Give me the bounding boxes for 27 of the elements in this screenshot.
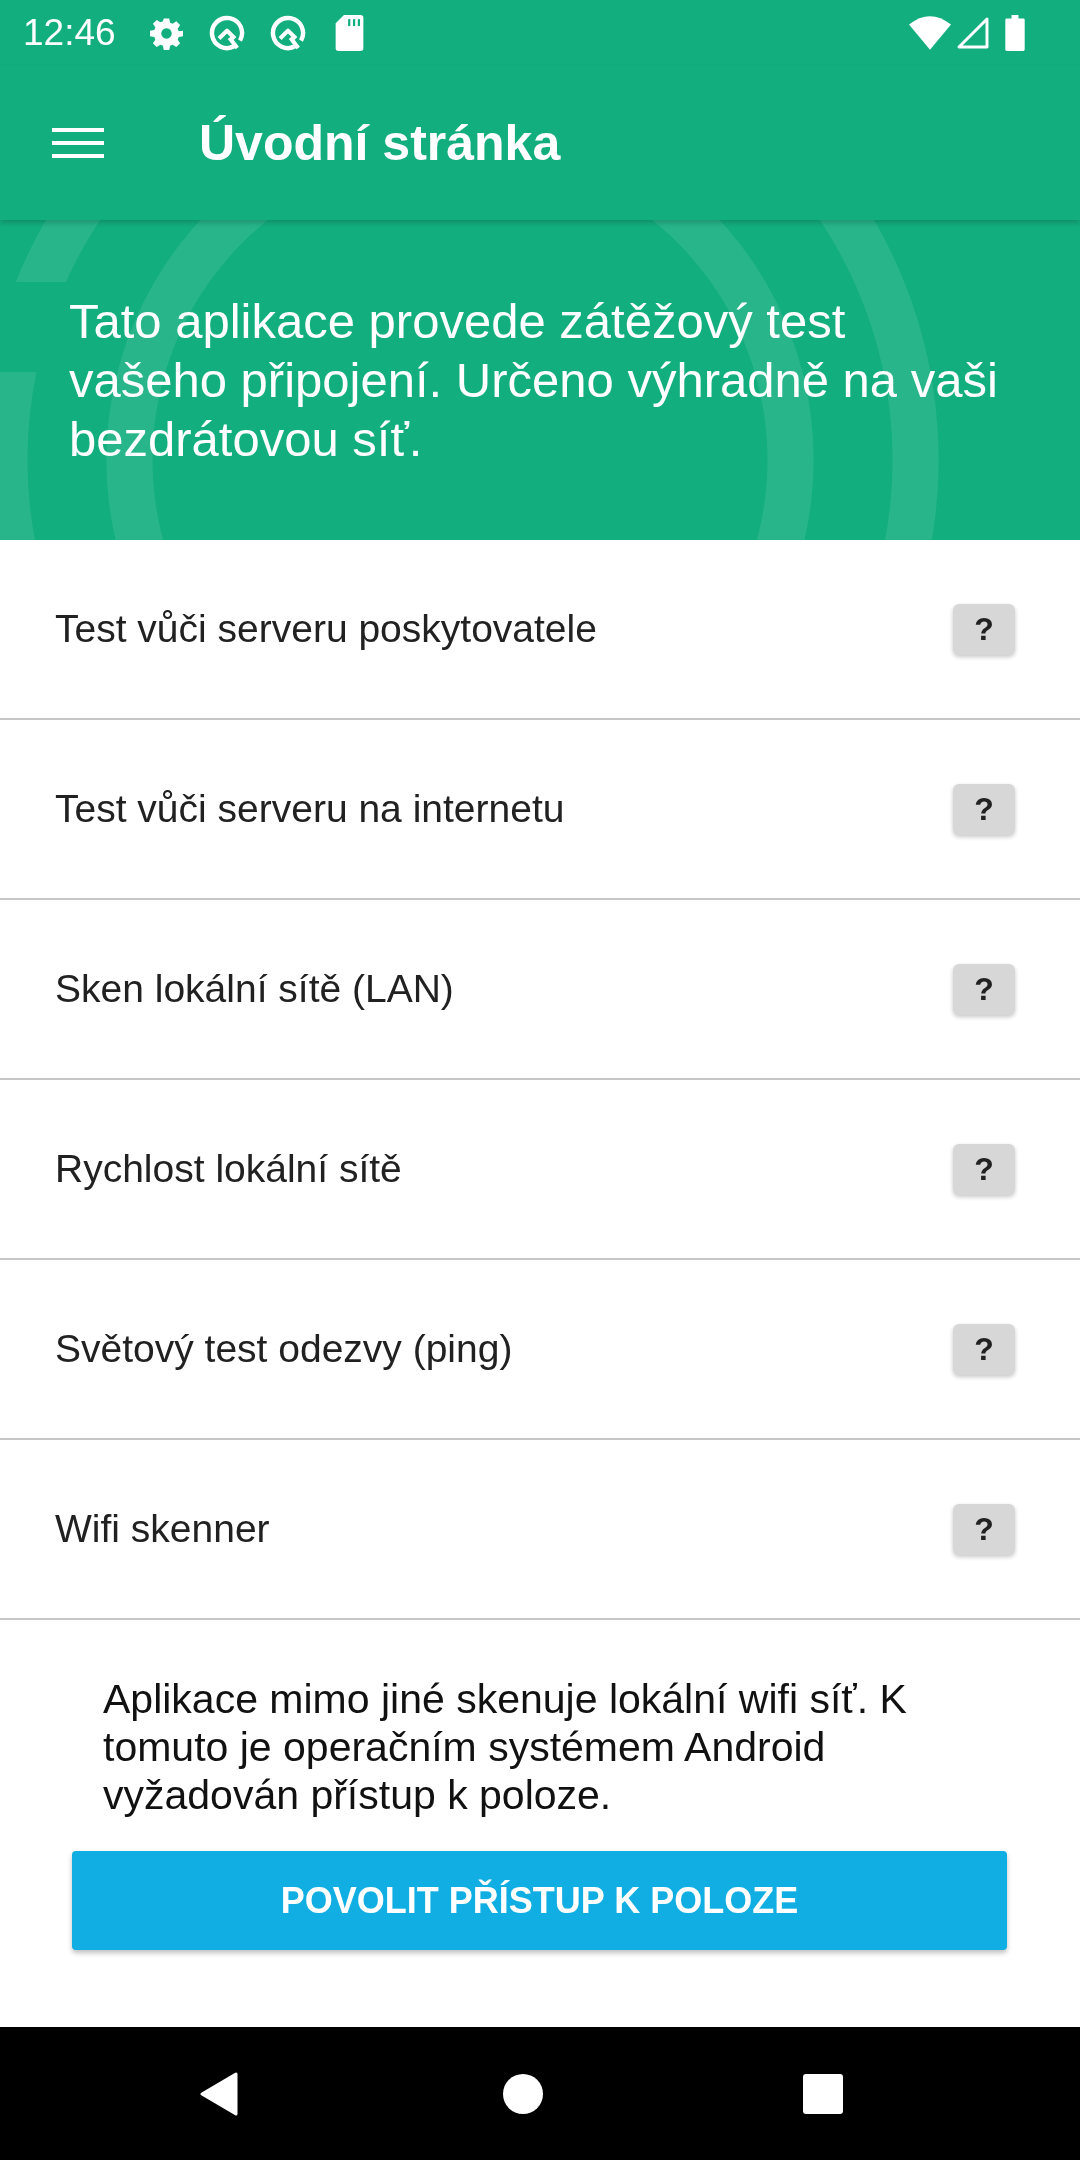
- test-option[interactable]: Wifi skenner: [55, 1507, 270, 1551]
- test-option[interactable]: Rychlost lokální sítě: [55, 1147, 402, 1191]
- sd-card-icon: [334, 15, 364, 51]
- recents-icon[interactable]: [803, 2073, 843, 2114]
- help-button[interactable]: ?: [953, 1323, 1015, 1375]
- home-icon[interactable]: [503, 2073, 543, 2114]
- settings-icon: [149, 16, 183, 50]
- help-button[interactable]: ?: [953, 1143, 1015, 1195]
- status-time: 12:46: [23, 12, 116, 54]
- battery-icon: [1005, 15, 1025, 51]
- test-option[interactable]: Světový test odezvy (ping): [55, 1327, 513, 1371]
- signal-icon: [957, 17, 989, 49]
- test-option[interactable]: Sken lokální sítě (LAN): [55, 967, 454, 1011]
- q-logo-icon: [268, 14, 307, 52]
- help-button[interactable]: ?: [953, 783, 1015, 835]
- test-option[interactable]: Test vůči serveru poskytovatele: [55, 607, 597, 651]
- back-icon[interactable]: [200, 2071, 238, 2116]
- help-button[interactable]: ?: [953, 1503, 1015, 1555]
- menu-icon[interactable]: [52, 128, 104, 158]
- location-notice: Aplikace mimo jiné skenuje lokální wifi síť. K tomuto je operačním systémem Android vyžadován přístup k poloze.: [103, 1675, 908, 1819]
- help-button[interactable]: ?: [953, 603, 1015, 655]
- intro-text: Tato aplikace provede zátěžový test vašeho připojení. Určeno výhradně na vaši bezdrátovou síť.: [69, 293, 999, 468]
- help-button[interactable]: ?: [953, 963, 1015, 1015]
- wifi-icon: [909, 16, 951, 50]
- app-bar-title: Úvodní stránka: [199, 114, 561, 172]
- test-option[interactable]: Test vůči serveru na internetu: [55, 787, 565, 831]
- q-logo-icon: [207, 14, 246, 52]
